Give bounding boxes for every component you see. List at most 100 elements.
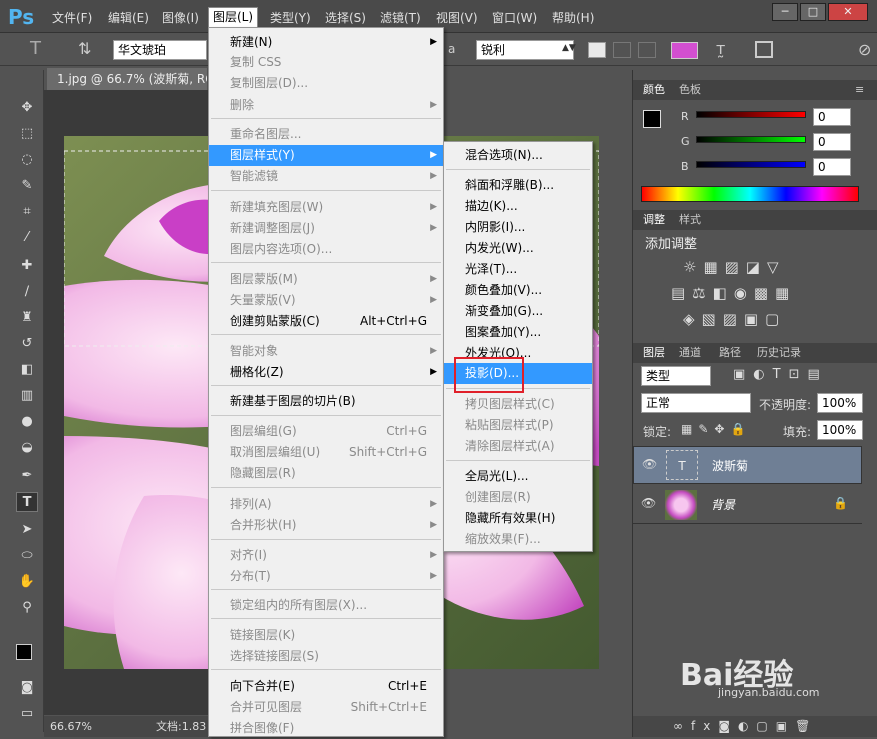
font-family-field[interactable]: 华文琥珀	[113, 40, 207, 60]
history-brush-icon[interactable]: ↺	[16, 334, 38, 354]
layer-name[interactable]: 波斯菊	[712, 457, 748, 474]
tab-channels[interactable]: 通道	[679, 343, 701, 363]
style_menu-item[interactable]: 隐藏所有效果(H)	[444, 508, 592, 529]
blur-tool-icon[interactable]: ●	[16, 412, 38, 432]
style_menu-item[interactable]: 图案叠加(Y)...	[444, 322, 592, 343]
healing-brush-icon[interactable]: ✚	[16, 256, 38, 276]
style_menu-item[interactable]: 渐变叠加(G)...	[444, 301, 592, 322]
style_menu-item[interactable]: 全局光(L)...	[444, 466, 592, 487]
visibility-eye-icon[interactable]: 👁	[641, 496, 656, 510]
tab-adjustments[interactable]: 调整	[643, 210, 665, 230]
quick-select-icon[interactable]: ✎	[16, 176, 38, 196]
channel-g-slider[interactable]	[696, 136, 806, 143]
tab-color[interactable]: 颜色	[643, 80, 665, 100]
tab-history[interactable]: 历史记录	[757, 343, 801, 363]
channel-b-value[interactable]: 0	[813, 158, 851, 176]
tab-styles[interactable]: 样式	[679, 210, 701, 230]
style_menu-item[interactable]: 描边(K)...	[444, 196, 592, 217]
align-left-icon[interactable]	[588, 42, 606, 58]
screen-mode-icon[interactable]: ▭	[16, 704, 38, 724]
panel-menu-icon[interactable]: ≡	[855, 80, 864, 100]
layer_menu-item[interactable]: 栅格化(Z) ▶	[209, 362, 443, 383]
menu-image[interactable]: 图像(I)	[162, 9, 199, 27]
style_menu-item[interactable]: 内发光(W)...	[444, 238, 592, 259]
menu-file[interactable]: 文件(F)	[52, 9, 92, 27]
layer-filter-icons[interactable]: ▣◐T⊡▤	[733, 367, 828, 382]
move-tool-icon[interactable]: ✥	[16, 98, 38, 118]
layer_menu-item[interactable]: 向下合并(E) Ctrl+E	[209, 676, 443, 697]
style_menu-item[interactable]: 内阴影(I)...	[444, 217, 592, 238]
quick-mask-icon[interactable]: ◙	[16, 678, 38, 698]
layer_menu-item[interactable]: 图层样式(Y) ▶	[209, 145, 443, 166]
color-foreground-swatch[interactable]	[643, 110, 661, 128]
channel-b-slider[interactable]	[696, 161, 806, 168]
menu-layer[interactable]: 图层(L)	[208, 7, 259, 28]
zoom-level[interactable]: 66.67%	[50, 716, 92, 737]
opacity-field[interactable]: 100%	[817, 393, 863, 413]
style_menu-item[interactable]: 光泽(T)...	[444, 259, 592, 280]
lock-icons[interactable]: ▦✎✥🔒	[681, 422, 751, 436]
text-color-swatch[interactable]	[671, 42, 698, 59]
adjustment-icons-row-2[interactable]: ▤⚖◧◉▩▦	[671, 284, 796, 302]
fill-field[interactable]: 100%	[817, 420, 863, 440]
character-panel-icon[interactable]	[755, 41, 773, 58]
layer_menu-item[interactable]: 创建剪贴蒙版(C) Alt+Ctrl+G	[209, 311, 443, 332]
anti-alias-select[interactable]: 锐利	[476, 40, 574, 60]
layer_menu-item[interactable]: 新建(N) ▶	[209, 32, 443, 53]
layer-row-background[interactable]: 👁 背景 🔒	[633, 486, 862, 524]
menu-type[interactable]: 类型(Y)	[270, 9, 311, 27]
eyedropper-icon[interactable]: ⁄	[16, 228, 38, 248]
close-button[interactable]: ✕	[828, 3, 868, 21]
menu-window[interactable]: 窗口(W)	[492, 9, 537, 27]
dodge-tool-icon[interactable]: ◒	[16, 438, 38, 458]
type-tool-icon[interactable]: T	[16, 492, 38, 512]
layer-row-selected[interactable]: 👁 T 波斯菊	[633, 446, 862, 484]
menu-select[interactable]: 选择(S)	[325, 9, 366, 27]
layer-name[interactable]: 背景	[711, 496, 735, 513]
path-select-icon[interactable]: ➤	[16, 520, 38, 540]
align-center-icon[interactable]	[613, 42, 631, 58]
menu-item-label: 复制 CSS	[230, 55, 282, 69]
blend-mode-select[interactable]: 正常	[641, 393, 751, 413]
maximize-button[interactable]: □	[800, 3, 826, 21]
style_menu-item[interactable]: 颜色叠加(V)...	[444, 280, 592, 301]
hand-tool-icon[interactable]: ✋	[16, 572, 38, 592]
tab-swatches[interactable]: 色板	[679, 80, 701, 100]
document-tab[interactable]: 1.jpg @ 66.7% (波斯菊, RGB	[47, 68, 207, 90]
brush-tool-icon[interactable]: ∕	[16, 282, 38, 302]
foreground-color-swatch[interactable]	[16, 644, 32, 660]
menu-edit[interactable]: 编辑(E)	[108, 9, 149, 27]
minimize-button[interactable]: ─	[772, 3, 798, 21]
zoom-tool-icon[interactable]: ⚲	[16, 598, 38, 618]
menu-filter[interactable]: 滤镜(T)	[380, 9, 421, 27]
adjustment-icons-row-3[interactable]: ◈▧▨▣▢	[683, 310, 786, 328]
channel-g-value[interactable]: 0	[813, 133, 851, 151]
layer_menu-item[interactable]: 新建基于图层的切片(B)	[209, 391, 443, 412]
eraser-icon[interactable]: ◧	[16, 360, 38, 380]
align-right-icon[interactable]	[638, 42, 656, 58]
text-orientation-icon[interactable]: ⇅	[78, 39, 91, 58]
menu-view[interactable]: 视图(V)	[436, 9, 478, 27]
menu-help[interactable]: 帮助(H)	[552, 9, 594, 27]
style_menu-item[interactable]: 混合选项(N)...	[444, 145, 592, 166]
color-spectrum-bar[interactable]	[641, 186, 859, 202]
visibility-eye-icon[interactable]: 👁	[642, 457, 657, 471]
cancel-icon[interactable]: ⊘	[858, 40, 871, 59]
pen-tool-icon[interactable]: ✒	[16, 466, 38, 486]
lasso-tool-icon[interactable]: ◌	[16, 150, 38, 170]
layer-filter-select[interactable]: 类型	[641, 366, 711, 386]
gradient-tool-icon[interactable]: ▥	[16, 386, 38, 406]
style_menu-item[interactable]: 斜面和浮雕(B)...	[444, 175, 592, 196]
channel-r-value[interactable]: 0	[813, 108, 851, 126]
ellipse-tool-icon[interactable]: ⬭	[16, 546, 38, 566]
channel-r-slider[interactable]	[696, 111, 806, 118]
marquee-tool-icon[interactable]: ⬚	[16, 124, 38, 144]
adjustment-icons-row-1[interactable]: ☼▦▨◪▽	[683, 258, 786, 276]
stamp-tool-icon[interactable]: ♜	[16, 308, 38, 328]
warp-text-icon[interactable]: ᴛ̰	[716, 39, 725, 58]
crop-tool-icon[interactable]: ⌗	[16, 202, 38, 222]
layer-action-icons[interactable]: ∞fx◙◐▢▣🗑	[673, 719, 818, 733]
chevron-down-icon: ▲▼	[562, 43, 576, 53]
tab-paths[interactable]: 路径	[719, 343, 741, 363]
tab-layers[interactable]: 图层	[643, 343, 665, 363]
